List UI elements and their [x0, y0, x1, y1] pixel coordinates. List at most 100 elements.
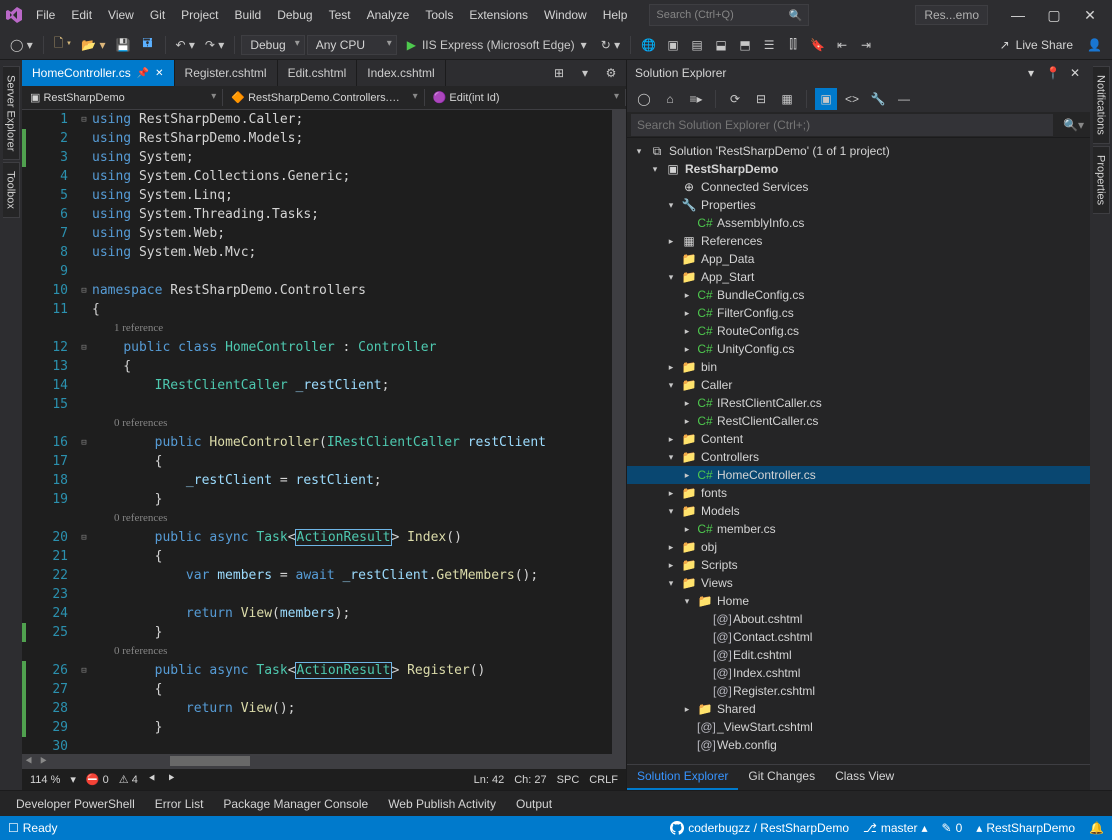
- menu-window[interactable]: Window: [536, 4, 595, 26]
- tab-edit-cshtml[interactable]: Edit.cshtml: [278, 60, 358, 86]
- output-tab-developer-powershell[interactable]: Developer PowerShell: [8, 793, 143, 815]
- undo-button[interactable]: ↶ ▾: [172, 34, 199, 56]
- se-bottom-tab-class-view[interactable]: Class View: [825, 765, 904, 790]
- nav-back-button[interactable]: ◯ ▾: [6, 34, 37, 56]
- nav-member-dropdown[interactable]: 🟣 Edit(int Id): [425, 89, 626, 106]
- se-preview-icon[interactable]: —: [893, 88, 915, 110]
- tree-node-connected-services[interactable]: ⊕Connected Services: [627, 178, 1090, 196]
- tab-register-cshtml[interactable]: Register.cshtml: [175, 60, 278, 86]
- tree-node-properties[interactable]: ▾🔧Properties: [627, 196, 1090, 214]
- se-bottom-tab-solution-explorer[interactable]: Solution Explorer: [627, 765, 738, 790]
- open-button[interactable]: 📂 ▾: [77, 34, 109, 56]
- tree-node-app-data[interactable]: 📁App_Data: [627, 250, 1090, 268]
- vertical-scrollbar[interactable]: [612, 110, 626, 754]
- browser-link-icon[interactable]: 🌐: [637, 34, 660, 56]
- tree-node-views[interactable]: ▾📁Views: [627, 574, 1090, 592]
- status-branch[interactable]: ⎇ master ▴: [863, 821, 928, 835]
- config-combo[interactable]: Debug: [241, 35, 304, 55]
- tree-node-models[interactable]: ▾📁Models: [627, 502, 1090, 520]
- se-bottom-tab-git-changes[interactable]: Git Changes: [738, 765, 825, 790]
- nav-type-dropdown[interactable]: 🔶 RestSharpDemo.Controllers.HomeControll…: [223, 89, 424, 106]
- toolbar-icon-5[interactable]: ☰: [758, 34, 780, 56]
- se-collapse-icon[interactable]: ⊟: [750, 88, 772, 110]
- title-search[interactable]: Search (Ctrl+Q) 🔍: [649, 4, 809, 26]
- tree-node-restclientcaller-cs[interactable]: ▸C#RestClientCaller.cs: [627, 412, 1090, 430]
- toolbar-icon-9[interactable]: ⇥: [855, 34, 877, 56]
- save-button[interactable]: 💾: [112, 34, 135, 56]
- menu-file[interactable]: File: [28, 4, 63, 26]
- run-button[interactable]: ▶ IIS Express (Microsoft Edge) ▾: [399, 34, 595, 56]
- output-tab-package-manager-console[interactable]: Package Manager Console: [215, 793, 376, 815]
- side-tab-properties[interactable]: Properties: [1093, 146, 1110, 214]
- tab-homecontroller-cs[interactable]: HomeController.cs📌✕: [22, 60, 175, 86]
- se-showall-icon[interactable]: ▦: [776, 88, 798, 110]
- tab-dropdown-icon[interactable]: ⊞: [548, 62, 570, 84]
- error-count[interactable]: ⛔ 0: [86, 773, 109, 786]
- nav-project-dropdown[interactable]: ▣ RestSharpDemo: [22, 89, 223, 106]
- tree-node-routeconfig-cs[interactable]: ▸C#RouteConfig.cs: [627, 322, 1090, 340]
- title-solution-name[interactable]: Res...emo: [915, 5, 988, 25]
- tree-node-solution-restsharpdemo-1-of-1-project-[interactable]: ▾⧉Solution 'RestSharpDemo' (1 of 1 proje…: [627, 142, 1090, 160]
- toolbar-icon-3[interactable]: ⬓: [710, 34, 732, 56]
- solution-tree[interactable]: ▾⧉Solution 'RestSharpDemo' (1 of 1 proje…: [627, 138, 1090, 764]
- tree-node-home[interactable]: ▾📁Home: [627, 592, 1090, 610]
- tree-node-web-config[interactable]: [@]Web.config: [627, 736, 1090, 754]
- pin-icon[interactable]: 📌: [137, 68, 149, 79]
- tree-node--viewstart-cshtml[interactable]: [@]_ViewStart.cshtml: [627, 718, 1090, 736]
- horizontal-scrollbar[interactable]: ⯇⯈: [22, 754, 626, 768]
- menu-help[interactable]: Help: [595, 4, 636, 26]
- tree-node-irestclientcaller-cs[interactable]: ▸C#IRestClientCaller.cs: [627, 394, 1090, 412]
- live-share-button[interactable]: ↗ Live Share: [992, 38, 1081, 52]
- se-close-icon[interactable]: ✕: [1068, 66, 1082, 80]
- tree-node-caller[interactable]: ▾📁Caller: [627, 376, 1090, 394]
- tree-node-bin[interactable]: ▸📁bin: [627, 358, 1090, 376]
- warning-count[interactable]: ⚠ 4: [119, 773, 138, 786]
- menu-debug[interactable]: Debug: [269, 4, 320, 26]
- tree-node-fonts[interactable]: ▸📁fonts: [627, 484, 1090, 502]
- tree-node-obj[interactable]: ▸📁obj: [627, 538, 1090, 556]
- zoom-level[interactable]: 114 %: [30, 774, 60, 786]
- tree-node-shared[interactable]: ▸📁Shared: [627, 700, 1090, 718]
- close-icon[interactable]: ✕: [155, 68, 163, 79]
- toolbar-icon-2[interactable]: ▤: [686, 34, 708, 56]
- menu-analyze[interactable]: Analyze: [359, 4, 418, 26]
- toolbar-icon-7[interactable]: 🔖: [806, 34, 829, 56]
- menu-tools[interactable]: Tools: [417, 4, 461, 26]
- menu-edit[interactable]: Edit: [63, 4, 100, 26]
- tree-node-filterconfig-cs[interactable]: ▸C#FilterConfig.cs: [627, 304, 1090, 322]
- eol-mode[interactable]: CRLF: [589, 774, 618, 786]
- tab-index-cshtml[interactable]: Index.cshtml: [357, 60, 445, 86]
- toolbar-icon-1[interactable]: ▣: [662, 34, 684, 56]
- se-home-icon[interactable]: ⌂: [659, 88, 681, 110]
- new-item-button[interactable]: 🗋 ▾: [50, 34, 75, 56]
- feedback-button[interactable]: 👤: [1083, 34, 1106, 56]
- output-tab-error-list[interactable]: Error List: [147, 793, 212, 815]
- tree-node-bundleconfig-cs[interactable]: ▸C#BundleConfig.cs: [627, 286, 1090, 304]
- se-dropdown-icon[interactable]: ▾: [1024, 66, 1038, 80]
- tree-node-app-start[interactable]: ▾📁App_Start: [627, 268, 1090, 286]
- tree-node-member-cs[interactable]: ▸C#member.cs: [627, 520, 1090, 538]
- tree-node-controllers[interactable]: ▾📁Controllers: [627, 448, 1090, 466]
- tree-node-assemblyinfo-cs[interactable]: C#AssemblyInfo.cs: [627, 214, 1090, 232]
- side-tab-server-explorer[interactable]: Server Explorer: [3, 66, 20, 160]
- tree-node-scripts[interactable]: ▸📁Scripts: [627, 556, 1090, 574]
- menu-test[interactable]: Test: [321, 4, 359, 26]
- se-search-input[interactable]: [631, 114, 1053, 136]
- se-properties-icon[interactable]: 🔧: [867, 88, 889, 110]
- status-repo[interactable]: coderbugzz / RestSharpDemo: [670, 821, 849, 835]
- tab-settings-icon[interactable]: ⚙: [600, 62, 622, 84]
- se-back-icon[interactable]: ◯: [633, 88, 655, 110]
- menu-git[interactable]: Git: [142, 4, 173, 26]
- tree-node-register-cshtml[interactable]: [@]Register.cshtml: [627, 682, 1090, 700]
- menu-build[interactable]: Build: [227, 4, 270, 26]
- tree-node-unityconfig-cs[interactable]: ▸C#UnityConfig.cs: [627, 340, 1090, 358]
- tree-node-edit-cshtml[interactable]: [@]Edit.cshtml: [627, 646, 1090, 664]
- toolbar-icon-6[interactable]: ⫿⫿: [782, 34, 804, 56]
- redo-button[interactable]: ↷ ▾: [201, 34, 228, 56]
- tree-node-contact-cshtml[interactable]: [@]Contact.cshtml: [627, 628, 1090, 646]
- save-all-button[interactable]: 🖬: [137, 34, 159, 56]
- tree-node-homecontroller-cs[interactable]: ▸C#HomeController.cs: [627, 466, 1090, 484]
- se-view-code-icon[interactable]: ▣: [815, 88, 837, 110]
- platform-combo[interactable]: Any CPU: [307, 35, 397, 55]
- toolbar-icon-8[interactable]: ⇤: [831, 34, 853, 56]
